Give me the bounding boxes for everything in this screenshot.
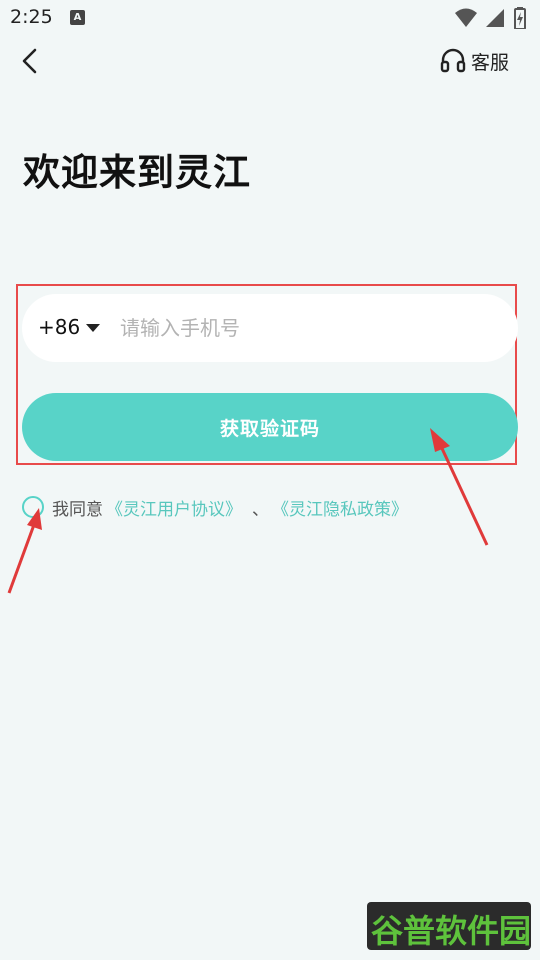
- status-icons: [454, 7, 532, 29]
- page-title: 欢迎来到灵江: [23, 151, 251, 194]
- customer-service-button[interactable]: 客服: [440, 46, 528, 76]
- status-time: 2:25: [10, 6, 53, 28]
- agreement-checkbox[interactable]: [22, 496, 44, 518]
- back-button[interactable]: [14, 44, 48, 78]
- wifi-icon: [455, 8, 477, 27]
- privacy-policy-link[interactable]: 《灵江隐私政策》: [272, 495, 408, 520]
- chevron-left-icon: [22, 48, 37, 74]
- agreement-prefix: 我同意: [52, 500, 103, 520]
- agreement-row: 我同意 《灵江用户协议》 、 《灵江隐私政策》: [22, 495, 422, 521]
- watermark-text: 谷普软件园: [371, 912, 532, 950]
- watermark-logo: 谷普软件园: [367, 902, 531, 950]
- signal-icon: [486, 9, 504, 27]
- get-code-button[interactable]: 获取验证码: [22, 393, 518, 461]
- customer-service-label: 客服: [471, 52, 510, 74]
- phone-input-row: +86: [22, 294, 518, 362]
- user-agreement-link[interactable]: 《灵江用户协议》: [106, 495, 242, 520]
- phone-input[interactable]: [120, 308, 500, 348]
- status-bar: 2:25 A: [0, 0, 540, 36]
- country-code: +86: [38, 315, 81, 339]
- battery-icon: [514, 7, 526, 29]
- caret-down-icon: [86, 324, 100, 332]
- notification-icon: A: [70, 10, 85, 25]
- headset-icon: [440, 48, 466, 73]
- country-code-selector[interactable]: +86: [38, 294, 118, 362]
- agreement-separator: 、: [252, 500, 269, 520]
